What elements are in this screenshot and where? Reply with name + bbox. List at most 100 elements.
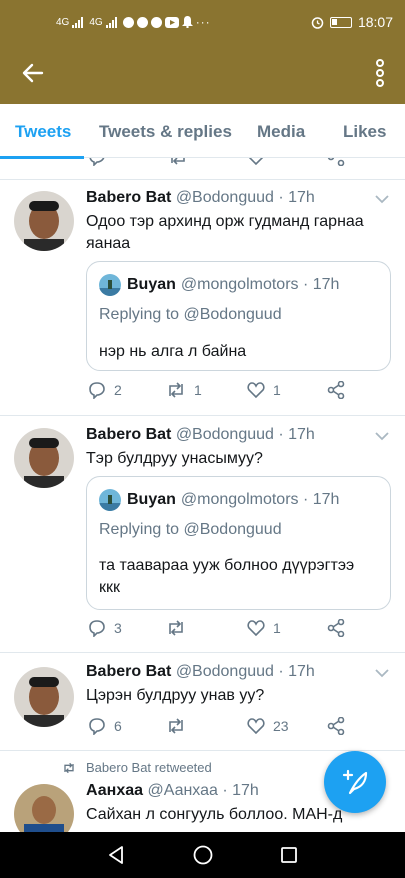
retweet-icon xyxy=(64,762,74,773)
quoted-tweet-text: та таавараа ууж болноо дүүрэгтээ ккк xyxy=(99,557,355,596)
status-bar: 4G 4G ··· 18:07 xyxy=(0,0,405,48)
author-handle: @Bodonguud · 17h xyxy=(175,426,315,443)
reply-button[interactable]: 3 xyxy=(88,619,122,637)
more-icon: ··· xyxy=(195,15,211,29)
tweet-header: Babero Bat @Bodonguud · 17h xyxy=(86,189,315,207)
like-button[interactable]: 1 xyxy=(247,619,281,637)
chevron-down-icon[interactable] xyxy=(375,668,389,678)
reply-icon xyxy=(89,382,105,399)
retweet-icon xyxy=(169,382,183,398)
like-icon[interactable] xyxy=(247,158,265,166)
quoted-tweet-text: нэр нь алга л байна xyxy=(99,343,247,360)
retweet-notice-text: Babero Bat retweeted xyxy=(86,760,212,775)
tab-tweets[interactable]: Tweets xyxy=(15,122,71,142)
retweet-notice: Babero Bat retweeted xyxy=(62,760,212,775)
wifi-icon xyxy=(122,16,134,28)
status-icons-right: 18:07 xyxy=(311,14,393,30)
reply-count: 6 xyxy=(114,718,122,734)
share-icon[interactable] xyxy=(327,158,345,166)
author-handle: @Bodonguud · 17h xyxy=(175,663,315,680)
quoted-tweet-header: Buyan @mongolmotors · 17h xyxy=(99,489,339,511)
messenger-icon xyxy=(136,16,148,28)
tweet-card[interactable]: Babero Bat @Bodonguud · 17h Цэрэн булдру… xyxy=(0,653,405,751)
share-button[interactable] xyxy=(327,619,353,637)
retweet-button[interactable] xyxy=(166,717,194,735)
reply-button[interactable]: 2 xyxy=(88,381,122,399)
quoted-author-handle: @mongolmotors · 17h xyxy=(180,276,340,293)
like-icon xyxy=(247,620,265,637)
retweet-icon[interactable] xyxy=(168,158,188,166)
alarm-icon xyxy=(311,16,324,29)
tweet-card[interactable]: Babero Bat @Bodonguud · 17h Одоо тэр арх… xyxy=(0,181,405,416)
retweet-icon xyxy=(169,620,183,636)
clock: 18:07 xyxy=(357,14,393,30)
compose-feather-icon xyxy=(342,769,368,795)
tweet-text: Тэр булдруу унасымуу? xyxy=(86,450,263,467)
replying-to: Replying to @Bodonguud xyxy=(99,306,282,323)
quoted-author-name: Buyan xyxy=(127,276,176,293)
retweet-icon xyxy=(169,718,183,734)
system-navigation-bar xyxy=(0,832,405,878)
signal-icon xyxy=(72,16,84,28)
quoted-tweet[interactable]: Buyan @mongolmotors · 17h Replying to @B… xyxy=(86,476,391,610)
nav-home-icon[interactable] xyxy=(192,844,214,866)
reply-icon[interactable] xyxy=(88,158,106,166)
tweet-text: Цэрэн булдруу унав уу? xyxy=(86,687,265,704)
facebook-icon xyxy=(150,16,162,28)
quoted-author-handle: @mongolmotors · 17h xyxy=(180,491,340,508)
reply-button[interactable]: 6 xyxy=(88,717,122,735)
chevron-down-icon[interactable] xyxy=(375,431,389,441)
reply-count: 2 xyxy=(114,382,122,398)
previous-tweet-actions xyxy=(0,158,405,180)
reply-icon xyxy=(89,718,105,735)
youtube-icon xyxy=(164,16,179,28)
author-name[interactable]: Babero Bat xyxy=(86,189,171,206)
network-type-1: 4G xyxy=(56,16,70,28)
author-name[interactable]: Babero Bat xyxy=(86,663,171,680)
tweet-header: Babero Bat @Bodonguud · 17h xyxy=(86,426,315,444)
like-button[interactable]: 23 xyxy=(247,717,289,735)
author-handle: @Аанхаа · 17h xyxy=(147,782,259,799)
author-name[interactable]: Babero Bat xyxy=(86,426,171,443)
share-button[interactable] xyxy=(327,717,353,735)
chevron-down-icon[interactable] xyxy=(375,194,389,204)
like-icon xyxy=(247,382,265,399)
compose-tweet-button[interactable] xyxy=(324,751,386,813)
avatar[interactable] xyxy=(14,667,74,727)
author-handle: @Bodonguud · 17h xyxy=(175,189,315,206)
tab-tweets-replies[interactable]: Tweets & replies xyxy=(99,122,232,142)
quoted-avatar xyxy=(99,274,121,296)
like-count: 23 xyxy=(273,718,289,734)
nav-recents-icon[interactable] xyxy=(279,845,299,865)
tweet-actions: 2 1 1 xyxy=(86,381,386,405)
author-name[interactable]: Аанхаа xyxy=(86,782,143,799)
quoted-author-name: Buyan xyxy=(127,491,176,508)
share-icon xyxy=(327,381,345,399)
tweet-header: Babero Bat @Bodonguud · 17h xyxy=(86,663,315,681)
avatar[interactable] xyxy=(14,428,74,488)
reply-icon xyxy=(89,620,105,637)
quoted-avatar xyxy=(99,489,121,511)
profile-tabs: Tweets Tweets & replies Media Likes xyxy=(0,104,405,159)
retweet-button[interactable]: 1 xyxy=(166,381,202,399)
quoted-tweet-header: Buyan @mongolmotors · 17h xyxy=(99,274,339,296)
status-icons-left: 4G 4G ··· xyxy=(56,15,211,29)
like-button[interactable]: 1 xyxy=(247,381,281,399)
retweet-button[interactable] xyxy=(166,619,194,637)
like-count: 1 xyxy=(273,620,281,636)
back-arrow-icon[interactable] xyxy=(20,60,46,86)
network-type-2: 4G xyxy=(89,16,103,28)
tweet-card[interactable]: Babero Bat @Bodonguud · 17h Тэр булдруу … xyxy=(0,416,405,653)
tweet-actions: 3 1 xyxy=(86,619,386,643)
more-options-icon[interactable] xyxy=(375,58,385,88)
tab-likes[interactable]: Likes xyxy=(343,122,386,142)
quoted-tweet[interactable]: Buyan @mongolmotors · 17h Replying to @B… xyxy=(86,261,391,371)
nav-back-icon[interactable] xyxy=(106,845,126,865)
tweet-header: Аанхаа @Аанхаа · 17h xyxy=(86,782,259,800)
tab-media[interactable]: Media xyxy=(257,122,305,142)
avatar[interactable] xyxy=(14,784,74,832)
reply-count: 3 xyxy=(114,620,122,636)
tweet-text: Одоо тэр архинд орж гудманд гарнаа яанаа xyxy=(86,213,364,252)
avatar[interactable] xyxy=(14,191,74,251)
share-button[interactable] xyxy=(327,381,353,399)
